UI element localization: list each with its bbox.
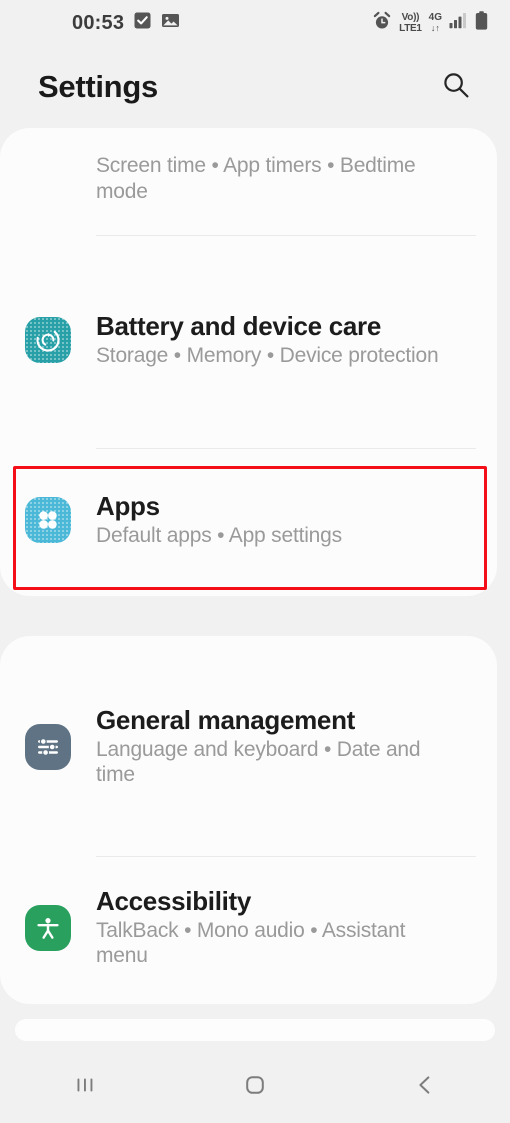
- row-divider: [96, 856, 476, 857]
- icon-slot: [0, 724, 96, 770]
- row-subtitle: TalkBack • Mono audio • Assistant menu: [96, 918, 406, 968]
- sliders-icon: [25, 724, 71, 770]
- icon-slot: [0, 905, 96, 951]
- data-arrows-label: ↓↑: [430, 23, 440, 33]
- settings-card-secondary: General management Language and keyboard…: [0, 636, 497, 1004]
- apps-grid-icon: [25, 496, 71, 543]
- home-button[interactable]: [170, 1051, 340, 1123]
- row-subtitle: Language and keyboard • Date and time: [96, 737, 421, 787]
- app-bar: Settings: [0, 46, 510, 128]
- tasks-checkbox-icon: [133, 11, 152, 35]
- scroll-indicator-pill: [15, 1019, 495, 1041]
- row-title: Accessibility: [96, 886, 252, 917]
- settings-card-primary: Screen time • App timers • Bedtime mode: [0, 128, 497, 596]
- search-icon: [441, 70, 471, 105]
- device-care-icon: [25, 316, 71, 363]
- volte-line-2: LTE1: [399, 22, 422, 34]
- row-divider: [96, 235, 476, 236]
- settings-row-general-management[interactable]: General management Language and keyboard…: [0, 648, 497, 846]
- settings-row-apps[interactable]: Apps Default apps • App settings: [0, 454, 392, 586]
- accessibility-person-icon: [25, 905, 71, 951]
- status-bar-left: 00:53: [72, 11, 180, 35]
- gallery-image-icon: [161, 11, 180, 35]
- battery-icon: [475, 11, 488, 35]
- recents-button[interactable]: [0, 1051, 170, 1123]
- status-bar-right: Vo)) LTE1 4G ↓↑: [372, 11, 488, 36]
- search-button[interactable]: [430, 61, 482, 113]
- row-text: Battery and device care Storage • Memory…: [96, 310, 464, 368]
- row-subtitle: Default apps • App settings: [96, 523, 342, 547]
- settings-row-accessibility[interactable]: Accessibility TalkBack • Mono audio • As…: [0, 862, 497, 994]
- home-icon: [242, 1072, 268, 1103]
- settings-row-digital-wellbeing[interactable]: Screen time • App timers • Bedtime mode: [0, 128, 497, 228]
- settings-list[interactable]: Screen time • App timers • Bedtime mode: [0, 128, 510, 1018]
- row-subtitle: Screen time • App timers • Bedtime mode: [96, 153, 416, 203]
- icon-slot: [0, 316, 96, 363]
- settings-row-battery-and-device-care[interactable]: Battery and device care Storage • Memory…: [0, 241, 488, 439]
- navigation-bar: [0, 1051, 510, 1123]
- row-title: Battery and device care: [96, 310, 382, 341]
- recents-icon: [72, 1072, 98, 1103]
- signal-bars-icon: [449, 12, 468, 34]
- row-title: Apps: [96, 490, 160, 521]
- row-text: Accessibility TalkBack • Mono audio • As…: [96, 886, 473, 969]
- settings-screen: 00:53 Vo)) LTE1 4G ↓↑ Settings Screen ti…: [0, 0, 510, 1123]
- network-4g-icon: 4G ↓↑: [429, 13, 442, 33]
- status-bar: 00:53 Vo)) LTE1 4G ↓↑: [0, 0, 510, 46]
- clock-label: 00:53: [72, 11, 125, 34]
- page-title: Settings: [38, 69, 158, 104]
- row-text: General management Language and keyboard…: [96, 705, 473, 788]
- row-text: Screen time • App timers • Bedtime mode: [96, 152, 473, 204]
- row-divider: [96, 448, 476, 449]
- alarm-icon: [372, 11, 392, 36]
- back-icon: [412, 1072, 438, 1103]
- back-button[interactable]: [340, 1051, 510, 1123]
- network-type-label: 4G: [428, 12, 442, 23]
- row-text: Apps Default apps • App settings: [96, 490, 368, 548]
- icon-slot: [0, 496, 96, 543]
- volte-line-1: Vo)): [401, 11, 420, 23]
- volte-icon: Vo)) LTE1: [399, 11, 422, 34]
- row-subtitle: Storage • Memory • Device protection: [96, 343, 439, 367]
- row-title: General management: [96, 705, 356, 736]
